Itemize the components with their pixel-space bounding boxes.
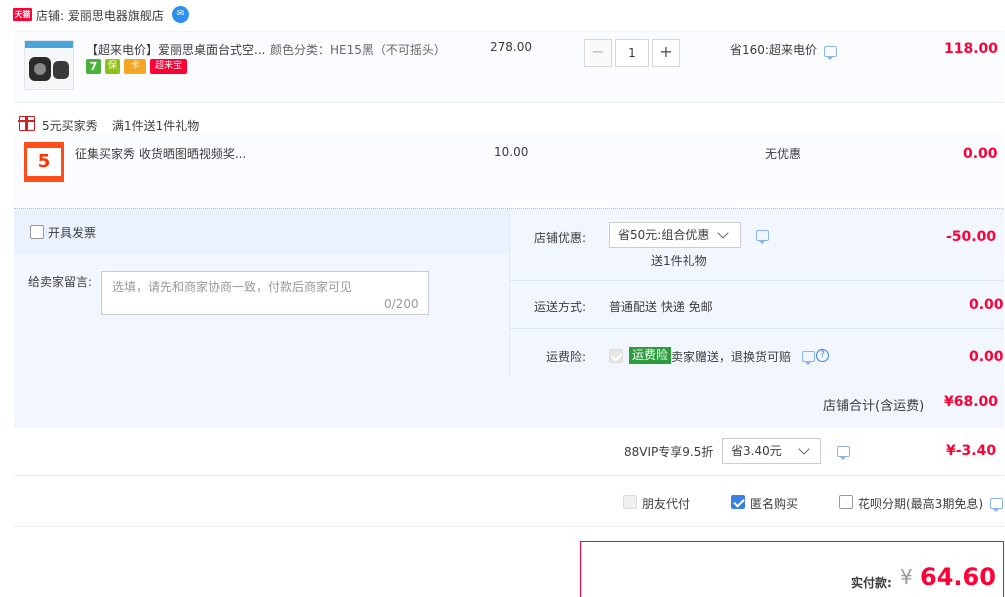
quantity-input[interactable]: 1 bbox=[615, 39, 649, 67]
chaolaibao-badge[interactable]: 超来宝 bbox=[150, 59, 187, 74]
product-spec: 颜色分类：HE15黑（不可摇头） bbox=[270, 43, 446, 57]
vip-discount-row bbox=[14, 429, 1004, 476]
store-total-value: ¥68.00 bbox=[944, 394, 999, 410]
vip-label: 88VIP专享9.5折 bbox=[624, 445, 714, 459]
tmall-logo-icon: 天猫 bbox=[13, 8, 32, 21]
purchase-options-row bbox=[14, 477, 1004, 527]
gift-thumbnail-text: 5 bbox=[27, 148, 61, 176]
store-discount-note: 送1件礼物 bbox=[651, 254, 707, 268]
product-thumbnail[interactable] bbox=[24, 40, 74, 90]
shipping-method: 普通配送 快递 免邮 bbox=[609, 300, 713, 314]
insurance-tag: 运费险 bbox=[629, 347, 672, 364]
anonymous-label[interactable]: 匿名购买 bbox=[750, 495, 798, 512]
anonymous-checkbox[interactable] bbox=[731, 495, 745, 509]
store-header: 天猫 店铺: 爱丽思电器旗舰店 ✉ bbox=[0, 0, 1005, 30]
pay-currency: ¥ bbox=[900, 565, 913, 589]
insurance-amount: 0.00 bbox=[969, 349, 1004, 365]
store-discount-label: 店铺优惠: bbox=[534, 231, 587, 245]
gift-promo-label: 5元买家秀 bbox=[42, 119, 98, 133]
pay-amount: 64.60 bbox=[920, 563, 996, 591]
gift-title-link[interactable]: 征集买家秀 收货晒图晒视频奖... bbox=[75, 145, 246, 162]
quantity-minus-button[interactable]: − bbox=[584, 39, 612, 67]
discount-info-icon[interactable] bbox=[756, 230, 769, 244]
gift-icon bbox=[18, 116, 35, 131]
friend-pay-label: 朋友代付 bbox=[642, 497, 691, 511]
shipping-amount: 0.00 bbox=[969, 297, 1004, 313]
quantity-plus-button[interactable]: + bbox=[652, 39, 680, 67]
invoice-checkbox[interactable] bbox=[30, 225, 44, 239]
quantity-stepper: − 1 + bbox=[584, 39, 680, 67]
message-label: 给卖家留言: bbox=[28, 275, 93, 289]
message-placeholder: 选填，请先和商家协商一致，付款后商家可见 bbox=[112, 280, 353, 294]
installment-checkbox[interactable] bbox=[839, 495, 853, 509]
gift-thumbnail[interactable]: 5 bbox=[24, 142, 64, 182]
installment-info-icon[interactable] bbox=[990, 498, 1003, 512]
invoice-label[interactable]: 开具发票 bbox=[48, 224, 96, 241]
insurance-label: 运费险: bbox=[546, 350, 587, 364]
insurance-text: 卖家赠送，退换货可赔 bbox=[671, 350, 792, 364]
store-discount-amount: -50.00 bbox=[946, 229, 997, 245]
vip-discount-value: 省3.40元 bbox=[731, 444, 782, 458]
insurance-checkbox bbox=[609, 349, 623, 363]
store-name-link[interactable]: 店铺: 爱丽思电器旗舰店 bbox=[36, 7, 164, 24]
shipping-label: 运送方式: bbox=[534, 300, 587, 314]
item-discount: 省160:超来电价 bbox=[730, 43, 817, 57]
store-discount-value: 省50元:组合优惠 bbox=[618, 228, 710, 242]
row-divider bbox=[510, 280, 1004, 281]
guarantee-icon[interactable]: 保 bbox=[105, 59, 120, 74]
message-char-count: 0/200 bbox=[384, 297, 419, 311]
vip-info-icon[interactable] bbox=[837, 446, 850, 460]
pane-divider bbox=[509, 209, 510, 375]
item-subtotal: 118.00 bbox=[944, 41, 999, 57]
gift-condition: 满1件送1件礼物 bbox=[112, 119, 200, 133]
seven-day-return-icon[interactable]: 7 bbox=[86, 59, 101, 74]
row-divider bbox=[510, 328, 1004, 329]
wangwang-chat-icon[interactable]: ✉ bbox=[172, 6, 189, 23]
store-total-label: 店铺合计(含运费) bbox=[823, 399, 925, 414]
discount-info-icon[interactable] bbox=[824, 46, 837, 60]
vip-discount-amount: ¥-3.40 bbox=[946, 443, 997, 459]
product-title-link[interactable]: 【超来电价】爱丽思桌面台式空... bbox=[86, 41, 265, 58]
help-icon[interactable]: ? bbox=[816, 349, 829, 362]
installment-label[interactable]: 花呗分期(最高3期免息) bbox=[858, 495, 983, 512]
insurance-chat-icon[interactable] bbox=[802, 351, 815, 365]
friend-pay-checkbox bbox=[623, 495, 637, 509]
credit-card-icon[interactable]: 卡 bbox=[124, 59, 146, 74]
unit-price: 278.00 bbox=[490, 40, 532, 54]
gift-subtotal: 0.00 bbox=[963, 146, 998, 162]
pay-label: 实付款: bbox=[851, 576, 892, 590]
gift-price: 10.00 bbox=[494, 145, 529, 159]
gift-discount: 无优惠 bbox=[765, 147, 802, 161]
